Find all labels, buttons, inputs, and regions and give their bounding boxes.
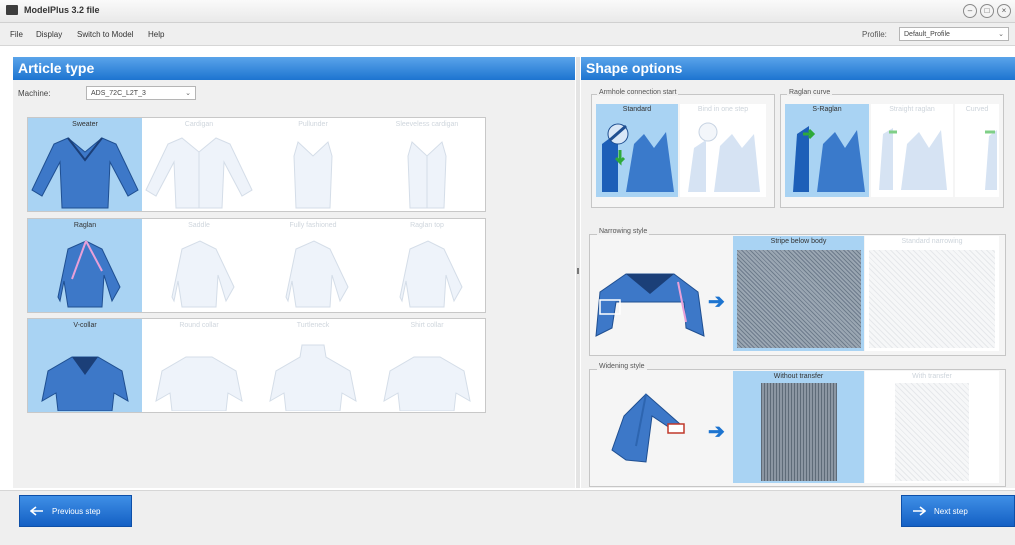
armhole-option-standard[interactable]: Standard xyxy=(596,104,678,197)
splitter-handle[interactable] xyxy=(577,268,579,274)
sleeveless-cardigan-icon xyxy=(407,141,447,209)
option-turtleneck[interactable]: Turtleneck xyxy=(256,319,370,412)
option-label: Cardigan xyxy=(184,121,214,128)
armhole-group-title: Armhole connection start xyxy=(597,89,679,96)
with-transfer-preview xyxy=(895,383,969,481)
option-label: V-collar xyxy=(73,322,97,329)
option-round-collar[interactable]: Round collar xyxy=(142,319,256,412)
option-label: Standard narrowing xyxy=(901,238,963,245)
armhole-option-bind[interactable]: Bind in one step xyxy=(680,104,766,197)
v-collar-icon xyxy=(41,356,129,411)
shirt-collar-icon xyxy=(383,356,471,411)
menu-help[interactable]: Help xyxy=(148,30,164,39)
arrow-right-icon: ➔ xyxy=(708,291,725,313)
sweater-icon xyxy=(31,137,139,209)
option-sleeveless-cardigan[interactable]: Sleeveless cardigan xyxy=(370,118,484,211)
option-label: Raglan top xyxy=(410,222,444,229)
option-label: Sweater xyxy=(72,121,98,128)
option-label: Turtleneck xyxy=(296,322,330,329)
widening-style-group-title: Widening style xyxy=(597,363,647,370)
body-type-row: Sweater Cardigan Pullunder Sleeveless ca… xyxy=(27,117,486,212)
fully-fashioned-icon xyxy=(285,240,349,308)
option-label: Without transfer xyxy=(773,373,824,380)
arrow-right-icon: ➔ xyxy=(708,421,725,443)
shape-options-header: Shape options xyxy=(581,57,1015,80)
next-step-label: Next step xyxy=(934,507,968,516)
maximize-button[interactable]: □ xyxy=(980,4,994,18)
cardigan-icon xyxy=(145,137,253,209)
raglan-option-straight[interactable]: Straight raglan xyxy=(871,104,953,197)
armhole-bind-icon xyxy=(688,122,760,192)
narrowing-option-stripe[interactable]: Stripe below body xyxy=(733,236,864,351)
option-label: Round collar xyxy=(179,322,219,329)
previous-step-label: Previous step xyxy=(52,507,101,516)
next-step-button[interactable]: Next step xyxy=(901,495,1015,527)
bottom-bar xyxy=(0,490,1015,545)
standard-knit-preview xyxy=(869,250,995,348)
raglan-icon xyxy=(57,240,121,308)
narrowing-garment-icon xyxy=(595,273,705,337)
previous-step-button[interactable]: Previous step xyxy=(19,495,132,527)
option-saddle[interactable]: Saddle xyxy=(142,219,256,312)
profile-value: Default_Profile xyxy=(904,31,950,38)
machine-select[interactable]: ADS_72C_L2T_3 ⌄ xyxy=(86,86,196,100)
option-label: Shirt collar xyxy=(410,322,444,329)
s-raglan-icon xyxy=(793,126,865,192)
option-label: Raglan xyxy=(73,222,97,229)
option-cardigan[interactable]: Cardigan xyxy=(142,118,256,211)
raglan-option-s[interactable]: S-Raglan xyxy=(785,104,869,197)
menu-switch-to-model[interactable]: Switch to Model xyxy=(77,30,133,39)
title-bar xyxy=(0,0,1015,23)
widening-option-without[interactable]: Without transfer xyxy=(733,371,864,483)
app-icon xyxy=(6,5,18,15)
option-sweater[interactable]: Sweater xyxy=(28,118,142,211)
widening-option-with[interactable]: With transfer xyxy=(865,371,999,483)
option-pullunder[interactable]: Pullunder xyxy=(256,118,370,211)
menu-display[interactable]: Display xyxy=(36,30,62,39)
armhole-standard-icon xyxy=(602,123,674,192)
window-title: ModelPlus 3.2 file xyxy=(24,5,100,15)
close-button[interactable]: × xyxy=(997,4,1011,18)
option-label: Fully fashioned xyxy=(289,222,337,229)
option-label: Stripe below body xyxy=(770,238,827,245)
chevron-down-icon: ⌄ xyxy=(185,90,191,97)
narrowing-style-group-title: Narrowing style xyxy=(597,228,650,235)
machine-value: ADS_72C_L2T_3 xyxy=(91,90,146,97)
widening-sleeve-icon xyxy=(611,393,685,463)
option-label: Sleeveless cardigan xyxy=(395,121,459,128)
profile-select[interactable]: Default_Profile ⌄ xyxy=(899,27,1009,41)
option-shirt-collar[interactable]: Shirt collar xyxy=(370,319,484,412)
pullunder-icon xyxy=(293,141,333,209)
saddle-icon xyxy=(171,240,235,308)
minimize-button[interactable]: – xyxy=(963,4,977,18)
raglan-curve-group-title: Raglan curve xyxy=(787,89,833,96)
raglan-top-icon xyxy=(399,240,463,308)
arrow-right-icon xyxy=(913,506,926,516)
raglan-option-curved[interactable]: Curved xyxy=(955,104,999,197)
profile-label: Profile: xyxy=(862,30,887,39)
turtleneck-icon xyxy=(269,344,357,411)
option-label: Saddle xyxy=(188,222,210,229)
option-raglan[interactable]: Raglan xyxy=(28,219,142,312)
option-label: With transfer xyxy=(912,373,952,380)
option-v-collar[interactable]: V-collar xyxy=(28,319,142,412)
sleeve-type-row: Raglan Saddle Fully fashioned Raglan top xyxy=(27,218,486,313)
curved-raglan-icon xyxy=(985,130,997,190)
option-fully-fashioned[interactable]: Fully fashioned xyxy=(256,219,370,312)
menu-file[interactable]: File xyxy=(10,30,23,39)
machine-label: Machine: xyxy=(18,89,51,98)
option-raglan-top[interactable]: Raglan top xyxy=(370,219,484,312)
option-label: Pullunder xyxy=(298,121,328,128)
arrow-left-icon xyxy=(30,506,43,516)
stripe-knit-preview xyxy=(737,250,861,348)
straight-raglan-icon xyxy=(879,128,947,190)
article-type-header: Article type xyxy=(13,57,575,80)
round-collar-icon xyxy=(155,356,243,411)
chevron-down-icon: ⌄ xyxy=(998,31,1004,38)
without-transfer-preview xyxy=(761,383,837,481)
collar-type-row: V-collar Round collar Turtleneck Shirt c… xyxy=(27,318,486,413)
narrowing-option-standard[interactable]: Standard narrowing xyxy=(865,236,999,351)
